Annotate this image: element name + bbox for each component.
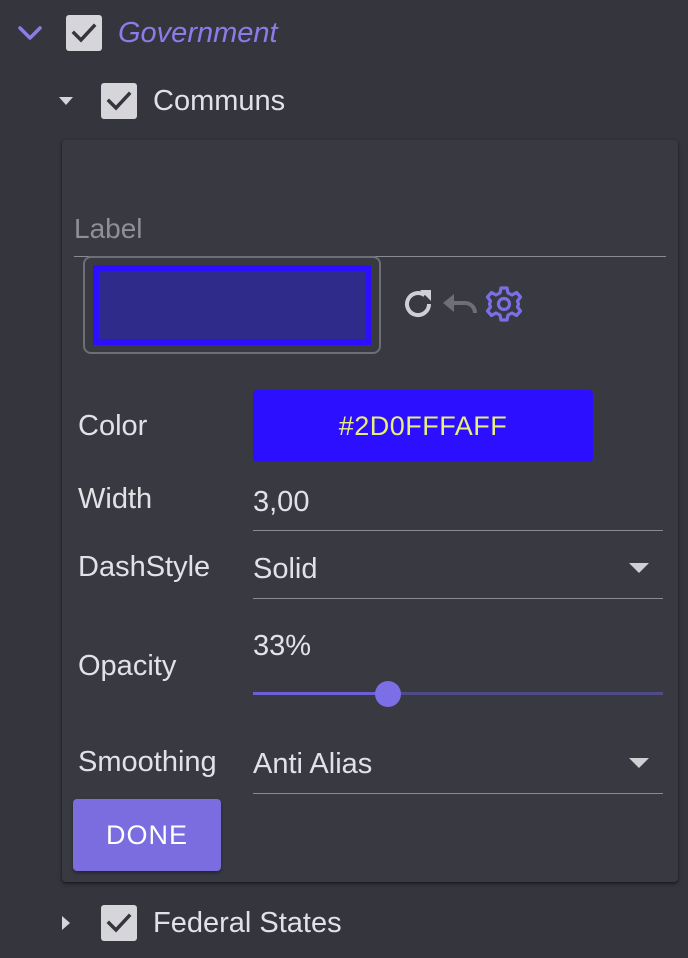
- refresh-icon[interactable]: [398, 284, 438, 324]
- style-preview: [83, 256, 381, 354]
- opacity-label: Opacity: [78, 650, 177, 682]
- done-button[interactable]: DONE: [73, 799, 221, 871]
- label-input[interactable]: [74, 206, 666, 252]
- layer-tree: Government Communs Label Color #2D0FFFAF…: [0, 0, 688, 958]
- tree-node-federal-states[interactable]: Federal States: [52, 902, 342, 944]
- tree-label-government: Government: [118, 16, 278, 49]
- caret-right-icon[interactable]: [52, 909, 80, 937]
- dropdown-arrow-icon: [627, 561, 651, 577]
- tree-label-federal-states: Federal States: [153, 906, 342, 939]
- color-value: #2D0FFFAFF: [338, 410, 508, 441]
- dropdown-arrow-icon: [627, 756, 651, 772]
- undo-icon[interactable]: [441, 284, 481, 324]
- width-value: 3,00: [253, 486, 310, 518]
- checkbox-federal-states[interactable]: [101, 905, 137, 941]
- color-picker-button[interactable]: #2D0FFFAFF: [253, 390, 593, 462]
- opacity-slider-thumb[interactable]: [375, 681, 402, 707]
- tree-label-communs: Communs: [153, 84, 286, 117]
- width-label: Width: [78, 483, 153, 515]
- label-field[interactable]: [74, 206, 666, 257]
- caret-down-icon[interactable]: [52, 87, 80, 115]
- style-preview-swatch: [93, 265, 371, 345]
- dashstyle-select[interactable]: Solid: [253, 549, 663, 599]
- dashstyle-value: Solid: [253, 553, 318, 585]
- preview-tools: [398, 284, 527, 324]
- tree-node-communs[interactable]: Communs: [52, 80, 285, 122]
- width-input[interactable]: 3,00: [253, 482, 663, 531]
- dashstyle-label: DashStyle: [78, 551, 211, 583]
- settings-gear-icon[interactable]: [484, 284, 524, 324]
- color-label: Color: [78, 410, 148, 442]
- smoothing-label: Smoothing: [78, 746, 217, 778]
- opacity-slider-fill: [253, 692, 389, 695]
- checkbox-government[interactable]: [66, 15, 102, 51]
- opacity-slider-track[interactable]: [253, 692, 663, 695]
- chevron-down-icon[interactable]: [14, 17, 46, 49]
- checkbox-communs[interactable]: [101, 83, 137, 119]
- style-editor-panel: Color #2D0FFFAFF Width 3,00 DashStyle So…: [62, 140, 678, 882]
- smoothing-value: Anti Alias: [253, 748, 373, 780]
- opacity-value: 33%: [253, 630, 312, 662]
- tree-node-government[interactable]: Government: [14, 12, 278, 54]
- smoothing-select[interactable]: Anti Alias: [253, 744, 663, 794]
